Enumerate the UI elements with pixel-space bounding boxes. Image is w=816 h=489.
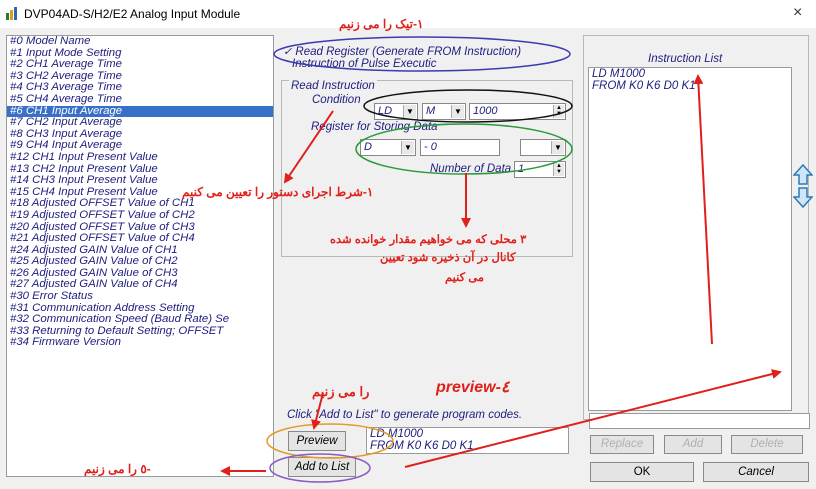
register-list-item[interactable]: #7 CH2 Input Average <box>7 117 273 129</box>
number-of-data-label: Number of Data <box>430 163 512 175</box>
edit-line-input[interactable] <box>589 413 810 429</box>
preview-line-2: FROM K0 K6 D0 K1 <box>370 439 474 452</box>
replace-button[interactable]: Replace <box>590 435 654 454</box>
delete-button[interactable]: Delete <box>731 435 803 454</box>
preview-button[interactable]: Preview <box>288 431 346 451</box>
read-register-option[interactable]: ✓ Read Register (Generate FROM Instructi… <box>283 45 521 58</box>
condition-label: Condition <box>312 94 361 106</box>
move-down-icon[interactable] <box>793 187 813 209</box>
preview-box: LD M1000 FROM K0 K6 D0 K1 <box>366 427 569 454</box>
register-list-item[interactable]: #30 Error Status <box>7 290 273 303</box>
annotation-3-line-1: ۳ محلی که می خواهیم مقدار خوانده شده <box>330 234 527 246</box>
register-device-value: D <box>364 141 372 153</box>
register-list[interactable]: #0 Model Name #1 Input Mode Setting #2 CH1… <box>6 35 274 477</box>
condition-device-select[interactable]: M ▼ <box>422 103 466 120</box>
chevron-down-icon: ▼ <box>401 141 414 154</box>
ok-button[interactable]: OK <box>590 462 694 482</box>
register-storing-label: Register for Storing Data <box>311 121 438 133</box>
annotation-1: ۱-تیک را می زنیم <box>339 17 424 31</box>
add-button[interactable]: Add <box>664 435 722 454</box>
condition-device-value: M <box>426 105 436 117</box>
register-list-item[interactable]: #12 CH1 Input Present Value <box>7 151 273 164</box>
annotation-2: ۱-شرط اجرای دستور را تعیین می کنیم <box>182 185 374 199</box>
annotation-4-text: را می زنیم <box>312 384 370 399</box>
register-value-input[interactable]: - 0 <box>420 139 500 156</box>
instruction-line-1: LD M1000 <box>592 68 646 80</box>
register-extra-select[interactable]: ▼ <box>520 139 566 156</box>
instruction-list-header: Instruction List <box>648 53 723 65</box>
condition-instr-select[interactable]: LD ▼ <box>374 103 418 120</box>
spin-arrows-icon[interactable]: ▲ ▼ <box>553 163 564 176</box>
register-list-item[interactable]: #21 Adjusted OFFSET Value of CH4 <box>7 232 273 245</box>
close-button[interactable]: × <box>793 4 802 22</box>
number-of-data-input[interactable]: 1 ▲ ▼ <box>514 161 566 178</box>
checkmark-icon: ✓ <box>283 46 293 58</box>
chevron-down-icon: ▼ <box>551 141 564 154</box>
register-list-item[interactable]: #34 Firmware Version <box>7 337 273 349</box>
generate-hint: Click "Add to List" to generate program … <box>287 409 523 421</box>
condition-instr-value: LD <box>378 105 393 117</box>
move-up-icon[interactable] <box>793 163 813 185</box>
read-register-label: Read Register (Generate FROM Instruction… <box>295 46 522 58</box>
read-instruction-label: Read Instruction <box>289 80 377 92</box>
cancel-button[interactable]: Cancel <box>703 462 809 482</box>
move-arrows <box>793 163 813 209</box>
annotation-3-line-3: می کنیم <box>445 272 485 284</box>
annotation-4-preview: preview-٤ <box>436 379 510 396</box>
register-separator: - <box>424 141 428 153</box>
app-icon <box>6 7 17 20</box>
register-list-item[interactable]: #19 Adjusted OFFSET Value of CH2 <box>7 209 273 222</box>
preview-line-1: LD M1000 <box>370 428 424 440</box>
pulse-instruction-option[interactable]: Instruction of Pulse Executic <box>292 58 436 70</box>
instruction-line-2: FROM K0 K6 D0 K1 <box>592 79 696 92</box>
annotation-3-line-2: کانال در آن ذخیره شود تعیین <box>380 252 516 264</box>
register-device-select[interactable]: D ▼ <box>360 139 416 156</box>
chevron-down-icon: ▼ <box>403 105 416 118</box>
add-to-list-button[interactable]: Add to List <box>288 457 356 477</box>
instruction-list-box[interactable]: LD M1000 FROM K0 K6 D0 K1 <box>588 67 792 411</box>
register-list-item[interactable]: #5 CH4 Average Time <box>7 93 273 106</box>
spin-arrows-icon[interactable]: ▲ ▼ <box>553 105 564 118</box>
chevron-down-icon: ▼ <box>451 105 464 118</box>
condition-value-input[interactable]: 1000 ▲ ▼ <box>469 103 566 120</box>
register-list-item[interactable]: #0 Model Name <box>7 36 273 48</box>
window-title: DVP04AD-S/H2/E2 Analog Input Module <box>24 7 241 21</box>
number-of-data-value: 1 <box>518 163 525 175</box>
register-value-text: 0 <box>430 141 437 153</box>
condition-value-text: 1000 <box>473 105 498 117</box>
pulse-instruction-label: Instruction of Pulse Executic <box>292 58 437 70</box>
annotation-5: -٥ را می زنیم <box>84 462 151 476</box>
